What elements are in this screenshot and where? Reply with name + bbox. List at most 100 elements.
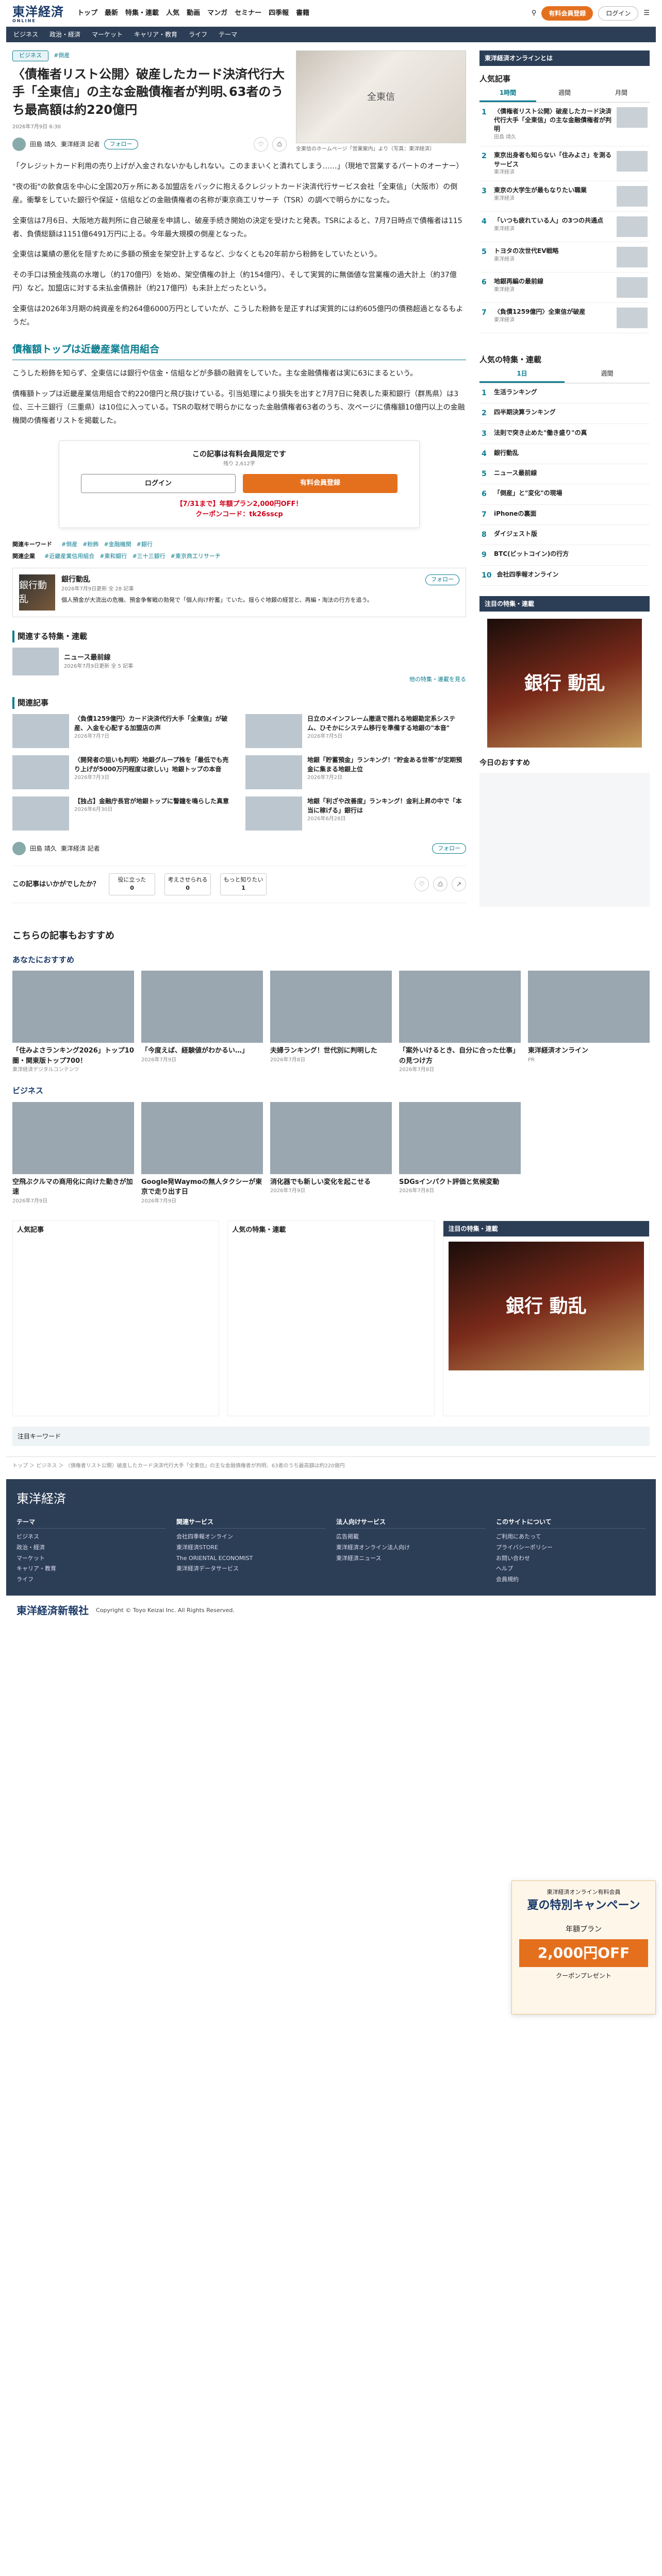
recommend-card[interactable]: 東洋経済オンライン PR (528, 971, 650, 1074)
series-thumbnail[interactable]: 銀行動乱 (19, 574, 55, 611)
tab-week[interactable]: 週間 (536, 85, 593, 102)
subnav-career[interactable]: キャリア・教育 (134, 30, 177, 39)
nav-features[interactable]: 特集・連載 (125, 8, 159, 19)
nav-seminar[interactable]: セミナー (235, 8, 261, 19)
series-item[interactable]: 10 会社四季報オンライン (479, 566, 650, 586)
business-card[interactable]: Google発Waymoの無人タクシーが東京で走り出す日 2026年7月9日 (141, 1101, 263, 1205)
campaign-label: 東洋経済オンライン有料会員 (547, 1889, 621, 1895)
series-item[interactable]: 7 iPhoneの裏面 (479, 505, 650, 526)
series-item[interactable]: 3 法則で突き止めた"働き盛り"の真 (479, 424, 650, 444)
campaign-popup[interactable]: 東洋経済オンライン有料会員 夏の特別キャンペーン 年額プラン 2,000円OFF… (511, 1880, 656, 2014)
ranking-item[interactable]: 7 〈負債1259億円〉全東信が破産 東洋経済 (479, 303, 650, 334)
series-item[interactable]: 6 「倒産」と"変化"の現場 (479, 484, 650, 505)
nav-popular[interactable]: 人気 (166, 8, 179, 19)
paywall-subscribe-button[interactable]: 有料会員登録 (243, 473, 398, 494)
series-item[interactable]: 8 ダイジェスト版 (479, 525, 650, 546)
reaction-thought[interactable]: 考えさせられる 0 (164, 873, 211, 895)
related-series-item[interactable]: ニュース最前線 2026年7月9日更新 全 5 記事 (12, 647, 466, 675)
search-icon[interactable]: ⚲ (532, 8, 537, 19)
print-icon[interactable]: ⎙ (272, 137, 287, 151)
subnav-market[interactable]: マーケット (92, 30, 123, 39)
subnav-theme[interactable]: テーマ (219, 30, 237, 39)
series-item[interactable]: 2 四半期決算ランキング (479, 403, 650, 424)
more-series-link[interactable]: 他の特集・連載を見る (12, 675, 466, 684)
subnav-life[interactable]: ライフ (189, 30, 207, 39)
series-item[interactable]: 4 銀行動乱 (479, 444, 650, 465)
follow-author-button[interactable]: フォロー (104, 139, 138, 150)
bookmark-icon[interactable]: ♡ (415, 877, 429, 892)
subnav-business[interactable]: ビジネス (13, 30, 38, 39)
paywall-login-button[interactable]: ログイン (81, 473, 236, 494)
business-card[interactable]: 空飛ぶクルマの商用化に向けた動きが加速 2026年7月9日 (12, 1101, 134, 1205)
related-item[interactable]: 日立のメインフレーム撤退で揺れる地銀勘定系システム、ひそかにシステム移行を準備す… (245, 714, 466, 748)
company-link[interactable]: #東和銀行 (100, 552, 127, 561)
related-item[interactable]: 地銀「貯蓄預金」ランキング！"貯金ある世帯"が定期預金に集まる地銀上位 2026年… (245, 755, 466, 789)
topic-tag[interactable]: #倒産 (54, 52, 70, 59)
series-item[interactable]: 5 ニュース最前線 (479, 464, 650, 485)
recommend-card[interactable]: 「今度えば、経験値がわかるい…」 2026年7月9日 (141, 971, 263, 1074)
company-link[interactable]: #三十三銀行 (132, 552, 165, 561)
related-item[interactable]: 地銀「利ざや改善度」ランキング！金利上昇の中で「本当に稼げる」銀行は 2026年6… (245, 796, 466, 831)
menu-icon[interactable]: ☰ (643, 8, 650, 19)
related-series-meta: 2026年7月9日更新 全 5 記事 (64, 664, 134, 670)
nav-top[interactable]: トップ (77, 8, 97, 19)
ranking-item[interactable]: 6 地銀再編の最前線 東洋経済 (479, 273, 650, 303)
reaction-more[interactable]: もっと知りたい 1 (220, 873, 267, 895)
breadcrumb[interactable]: トップ ＞ ビジネス ＞ 〈債権者リスト公開〉破産したカード決済代行大手「全東信… (6, 1456, 656, 1475)
share-icon[interactable]: ↗ (452, 877, 466, 892)
reaction-useful[interactable]: 役に立った 0 (109, 873, 156, 895)
nav-books[interactable]: 書籍 (296, 8, 309, 19)
bottom-banner[interactable]: 銀行 動乱 (448, 1241, 644, 1370)
company-link[interactable]: #東京商工リサーチ (171, 552, 221, 561)
series-item[interactable]: 1 生活ランキング (479, 383, 650, 404)
today-list (479, 772, 650, 907)
ranking-item[interactable]: 3 東京の大学生が最もなりたい職業 東洋経済 (479, 181, 650, 212)
company-link[interactable]: #近畿産業信用組合 (44, 552, 94, 561)
subnav-politics[interactable]: 政治・経済 (49, 30, 80, 39)
keyword-link[interactable]: #銀行 (137, 540, 153, 549)
bookmark-icon[interactable]: ♡ (254, 137, 268, 151)
keyword-link[interactable]: #倒産 (61, 540, 77, 549)
login-button[interactable]: ログイン (598, 6, 639, 21)
print-icon[interactable]: ⎙ (433, 877, 448, 892)
tab-month[interactable]: 月間 (593, 85, 650, 102)
keyword-link[interactable]: #粉飾 (82, 540, 98, 549)
ranking-item[interactable]: 2 東京出身者も知らない「住みよさ」を測るサービス 東洋経済 (479, 146, 650, 182)
footer-logo[interactable]: 東洋経済 (16, 1489, 646, 1508)
ranking-item[interactable]: 5 トヨタの次世代EV戦略 東洋経済 (479, 242, 650, 273)
featured-series-banner[interactable]: 銀行 動乱 (487, 618, 642, 748)
recommend-card[interactable]: 夫婦ランキング！世代別に判明した 2026年7月8日 (270, 971, 392, 1074)
subscribe-button[interactable]: 有料会員登録 (541, 6, 593, 21)
series-item[interactable]: 9 BTC(ビットコイン)の行方 (479, 545, 650, 566)
related-item[interactable]: 【独占】金融庁長官が地銀トップに警鐘を鳴らした真意 2026年6月30日 (12, 796, 233, 831)
follow-series-button[interactable]: フォロー (425, 574, 459, 585)
nav-latest[interactable]: 最新 (105, 8, 118, 19)
tab-1h[interactable]: 1時間 (479, 85, 536, 102)
business-card[interactable]: 消化器でも新しい変化を起こせる 2026年7月9日 (270, 1101, 392, 1205)
ranking-item[interactable]: 1 〈債権者リスト公開〉破産したカード決済代行大手「全東信」の主な金融債権者が判明… (479, 103, 650, 147)
company-name[interactable]: 東洋経済新報社 (16, 1603, 89, 1618)
related-item[interactable]: 〈開発者の狙いも判明〉地銀グループ株を「最低でも売り上げが5000万円程度は欲し… (12, 755, 233, 789)
business-card[interactable]: SDGsインパクト評価と気候変動 2026年7月8日 (399, 1101, 521, 1205)
recommend-card[interactable]: 「案外いけるとき、自分に合った仕事」の見つけ方 2026年7月8日 (399, 971, 521, 1074)
category-tag[interactable]: ビジネス (12, 50, 48, 61)
related-series-thumb (12, 647, 59, 675)
nav-manga[interactable]: マンガ (207, 8, 227, 19)
ranking-item[interactable]: 4 「いつも疲れている人」の3つの共通点 東洋経済 (479, 212, 650, 243)
related-item[interactable]: 〈負債1259億円〉カード決済代行大手「全東信」が破産、入金を心配する加盟店の声… (12, 714, 233, 748)
tab-day[interactable]: 1日 (479, 366, 565, 383)
follow-author-button[interactable]: フォロー (432, 843, 466, 854)
site-logo[interactable]: 東洋経済 ONLINE (12, 3, 64, 24)
tab-week[interactable]: 週間 (565, 366, 650, 383)
series-title[interactable]: 銀行動乱 (61, 574, 419, 585)
about-link[interactable]: 東洋経済オンラインとは (479, 50, 650, 66)
article-body: 「クレジットカード利用の売り上げが入金されないかもしれない。このままいくと潰れて… (12, 160, 466, 428)
nav-shikiho[interactable]: 四季報 (269, 8, 289, 19)
author-name[interactable]: 田島 靖久 (30, 140, 57, 149)
footer-links: テーマ ビジネス 政治・経済 マーケット キャリア・教育 ライフ 関連サービス 会社四季報オ… (16, 1516, 646, 1585)
author-name[interactable]: 田島 靖久 (30, 844, 57, 853)
recommend-card[interactable]: 「住みよさランキング2026」トップ10圏・関東版トップ700！ 東洋経済デジタル… (12, 971, 134, 1074)
top-nav: トップ 最新 特集・連載 人気 動画 マンガ セミナー 四季報 書籍 (77, 8, 309, 19)
nav-video[interactable]: 動画 (187, 8, 200, 19)
keyword-link[interactable]: #金融機関 (104, 540, 131, 549)
